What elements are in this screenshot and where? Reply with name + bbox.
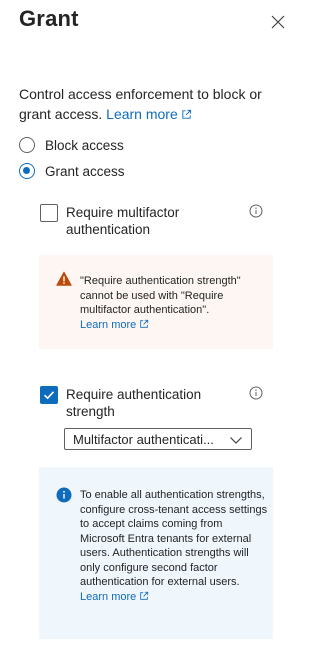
intro-description: Control access enforcement to block or g…: [19, 84, 289, 124]
require-mfa-row: Require multifactor authentication: [40, 204, 272, 240]
info-learn-more-label: Learn more: [80, 590, 137, 603]
external-link-icon: [140, 591, 149, 600]
warning-icon: [56, 271, 72, 286]
external-link-icon: [182, 109, 191, 119]
learn-more-link[interactable]: Learn more: [106, 106, 192, 122]
close-button[interactable]: [268, 12, 288, 32]
panel-title: Grant: [19, 6, 79, 31]
info-message: To enable all authentication strengths, …: [39, 467, 273, 639]
learn-more-label: Learn more: [106, 106, 178, 122]
external-link-icon: [140, 319, 149, 328]
checkmark-icon: [43, 391, 55, 400]
block-access-label: Block access: [45, 137, 124, 153]
warning-learn-more-label: Learn more: [80, 318, 137, 331]
auth-strength-dropdown[interactable]: Multifactor authenticati...: [64, 428, 252, 450]
info-text: To enable all authentication strengths, …: [80, 489, 268, 588]
block-access-option[interactable]: Block access: [19, 135, 124, 155]
auth-strength-selected-value: Multifactor authenticati...: [73, 432, 214, 447]
info-learn-more-link[interactable]: Learn more: [80, 591, 149, 603]
info-filled-icon: [56, 487, 72, 503]
chevron-down-icon: [230, 437, 242, 444]
warning-text-block: "Require authentication strength" cannot…: [80, 274, 266, 332]
warning-message: "Require authentication strength" cannot…: [39, 255, 273, 349]
grant-access-label: Grant access: [45, 163, 125, 179]
block-access-radio[interactable]: [19, 137, 35, 153]
require-auth-strength-label: Require authentication strength: [66, 387, 202, 419]
info-icon[interactable]: [249, 386, 263, 400]
require-mfa-checkbox[interactable]: [40, 204, 58, 222]
info-icon[interactable]: [249, 204, 263, 218]
grant-access-radio[interactable]: [19, 163, 35, 179]
warning-learn-more-link[interactable]: Learn more: [80, 319, 149, 331]
require-auth-strength-row: Require authentication strength: [40, 386, 272, 422]
mfa-info-button[interactable]: [249, 204, 263, 218]
auth-strength-info-button[interactable]: [249, 386, 263, 400]
close-icon[interactable]: [268, 12, 288, 32]
info-text-block: To enable all authentication strengths, …: [80, 488, 268, 604]
grant-access-option[interactable]: Grant access: [19, 161, 125, 181]
warning-text: "Require authentication strength" cannot…: [80, 275, 241, 316]
require-auth-strength-checkbox[interactable]: [40, 386, 58, 404]
require-mfa-label: Require multifactor authentication: [66, 205, 180, 237]
